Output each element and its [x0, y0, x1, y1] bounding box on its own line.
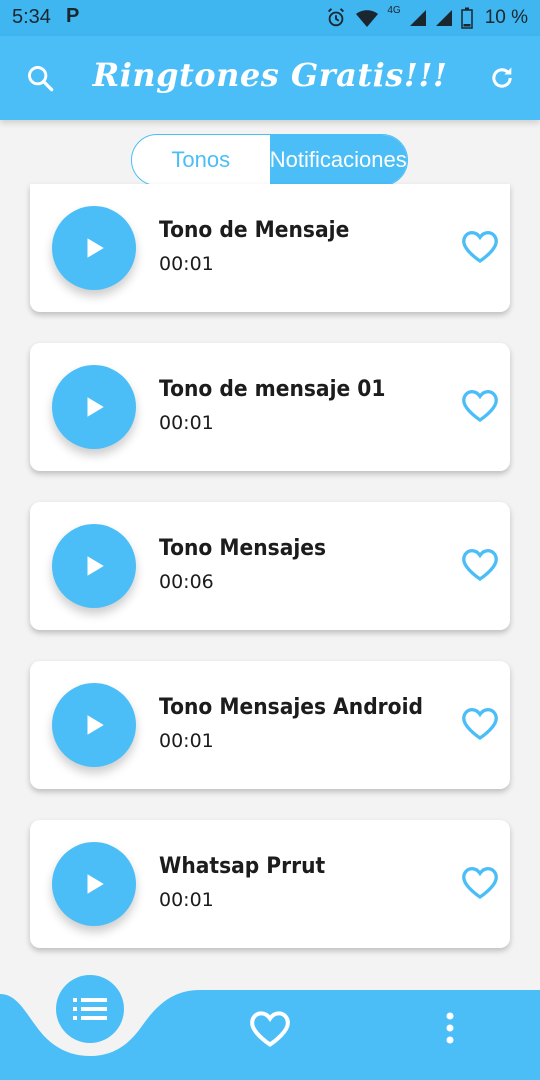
heart-icon[interactable]: [460, 862, 500, 902]
ringtone-card: Tono de Mensaje 00:01: [30, 184, 510, 312]
carrier-icon: P: [66, 5, 80, 27]
status-time: 5:34: [12, 6, 51, 28]
ringtone-name: Tono Mensajes Android: [159, 695, 424, 720]
app-bar: Ringtones Gratis!!!: [0, 36, 540, 120]
ringtone-duration: 00:06: [159, 571, 214, 593]
heart-icon[interactable]: [460, 703, 500, 743]
favorites-heart-icon[interactable]: [248, 1006, 292, 1050]
play-button[interactable]: [52, 683, 136, 767]
ringtone-name: Tono Mensajes: [159, 536, 327, 561]
ringtone-name: Tono de Mensaje: [159, 218, 350, 243]
play-button[interactable]: [52, 524, 136, 608]
ringtone-duration: 00:01: [159, 412, 214, 434]
ringtone-list: Tono de Mensaje 00:01 Tono de mensaje 01…: [30, 184, 510, 979]
heart-icon[interactable]: [460, 385, 500, 425]
play-icon: [87, 874, 104, 894]
tab-tonos[interactable]: Tonos: [132, 135, 270, 185]
ringtone-name: Whatsap Prrut: [159, 854, 326, 879]
list-button[interactable]: [56, 975, 124, 1043]
tab-switcher: Tonos Notificaciones: [131, 134, 408, 186]
play-icon: [87, 715, 104, 735]
refresh-button[interactable]: [482, 58, 522, 98]
battery-percent: 10 %: [484, 7, 528, 28]
status-icons: 4G 10 %: [325, 4, 528, 30]
heart-icon[interactable]: [460, 544, 500, 584]
ringtone-card: Tono Mensajes Android 00:01: [30, 661, 510, 789]
ringtone-duration: 00:01: [159, 889, 214, 911]
tab-notificaciones[interactable]: Notificaciones: [269, 135, 407, 185]
heart-icon[interactable]: [460, 226, 500, 266]
list-icon: [73, 998, 107, 1020]
battery-icon: [460, 7, 473, 29]
play-button[interactable]: [52, 206, 136, 290]
play-icon: [87, 238, 104, 258]
signal-icon-2: [435, 10, 452, 26]
app-title: Ringtones Gratis!!!: [92, 56, 448, 94]
play-button[interactable]: [52, 365, 136, 449]
alarm-icon: [328, 8, 345, 27]
ringtone-name: Tono de mensaje 01: [159, 377, 386, 402]
refresh-icon: [492, 67, 512, 88]
ringtone-card: Tono Mensajes 00:06: [30, 502, 510, 630]
play-icon: [87, 397, 104, 417]
ringtone-duration: 00:01: [159, 253, 214, 275]
status-bar: 5:34 P 4G 10 %: [0, 0, 540, 36]
ringtone-card: Whatsap Prrut 00:01: [30, 820, 510, 948]
network-type: 4G: [387, 4, 401, 16]
ringtone-card: Tono de mensaje 01 00:01: [30, 343, 510, 471]
play-icon: [87, 556, 104, 576]
ringtone-duration: 00:01: [159, 730, 214, 752]
wifi-icon: [356, 10, 379, 27]
play-button[interactable]: [52, 842, 136, 926]
signal-icon: [409, 10, 426, 26]
more-vert-icon[interactable]: [437, 1008, 463, 1048]
